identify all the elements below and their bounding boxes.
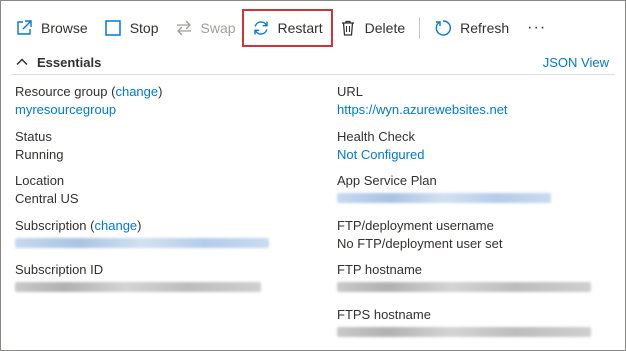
health-check-label: Health Check	[337, 128, 416, 144]
essentials-panel: Browse Stop Swap Restart Delete Refresh …	[0, 0, 626, 351]
subscription-label-row: Subscription (change)	[15, 217, 315, 234]
resource-group-label: Resource group	[15, 84, 108, 99]
health-check-value[interactable]: Not Configured	[337, 145, 617, 164]
browse-label: Browse	[41, 20, 88, 36]
delete-button[interactable]: Delete	[331, 12, 413, 44]
chevron-up-icon	[15, 55, 29, 69]
ftp-username-field: FTP/deployment username No FTP/deploymen…	[337, 217, 617, 262]
swap-button[interactable]: Swap	[167, 12, 244, 44]
subscription-id-redacted	[15, 282, 261, 292]
restart-button[interactable]: Restart	[241, 9, 333, 47]
url-value[interactable]: https://wyn.azurewebsites.net	[337, 100, 617, 119]
essentials-left-column: Resource group (change) myresourcegroup …	[15, 83, 315, 306]
essentials-title: Essentials	[37, 54, 102, 70]
app-service-plan-label: App Service Plan	[337, 173, 437, 188]
ftp-username-value: No FTP/deployment user set	[337, 235, 503, 251]
essentials-divider	[11, 74, 615, 75]
command-bar: Browse Stop Swap Restart Delete Refresh …	[7, 9, 619, 47]
restart-label: Restart	[277, 20, 323, 36]
resource-group-field: Resource group (change) myresourcegroup	[15, 83, 315, 128]
ftp-hostname-field: FTP hostname	[337, 261, 617, 306]
ftp-hostname-label: FTP hostname	[337, 262, 423, 277]
stop-button[interactable]: Stop	[96, 12, 167, 44]
resource-group-label-row: Resource group (change)	[15, 83, 315, 100]
essentials-right-column: URL https://wyn.azurewebsites.net Health…	[337, 83, 617, 350]
subscription-id-field: Subscription ID	[15, 261, 315, 306]
app-service-plan-redacted[interactable]	[337, 193, 551, 203]
resource-group-change-link[interactable]: change	[115, 84, 158, 99]
resource-group-value[interactable]: myresourcegroup	[15, 100, 315, 119]
essentials-header: Essentials JSON View	[15, 52, 609, 72]
subscription-label: Subscription	[15, 217, 87, 233]
essentials-toggle[interactable]: Essentials	[15, 55, 101, 70]
restart-icon	[252, 19, 270, 37]
swap-label: Swap	[200, 20, 236, 36]
swap-icon	[175, 19, 193, 37]
subscription-id-label: Subscription ID	[15, 262, 104, 277]
toolbar-divider	[419, 17, 421, 39]
location-field: Location Central US	[15, 172, 315, 217]
app-service-plan-field: App Service Plan	[337, 172, 617, 217]
delete-label: Delete	[364, 20, 406, 36]
ftps-hostname-redacted	[337, 326, 591, 337]
status-value: Running	[15, 146, 64, 162]
url-field: URL https://wyn.azurewebsites.net	[337, 83, 617, 128]
ftps-hostname-field: FTPS hostname	[337, 306, 617, 351]
more-options-button[interactable]: ···	[517, 19, 556, 37]
status-field: Status Running	[15, 128, 315, 173]
refresh-icon	[434, 19, 452, 37]
refresh-button[interactable]: Refresh	[426, 12, 517, 44]
stop-label: Stop	[129, 20, 159, 36]
browse-button[interactable]: Browse	[7, 12, 96, 44]
ftp-username-label: FTP/deployment username	[337, 217, 494, 233]
location-label: Location	[15, 173, 65, 188]
open-external-icon	[15, 19, 33, 37]
url-label: URL	[337, 84, 364, 99]
health-check-field: Health Check Not Configured	[337, 128, 617, 173]
stop-icon	[104, 19, 122, 37]
ftps-hostname-label: FTPS hostname	[337, 306, 431, 322]
subscription-change-paren-close: )	[137, 217, 142, 233]
subscription-change-link[interactable]: change	[95, 218, 138, 233]
json-view-link[interactable]: JSON View	[543, 55, 609, 70]
subscription-value-redacted[interactable]	[15, 237, 269, 248]
location-value: Central US	[15, 191, 79, 206]
subscription-field: Subscription (change)	[15, 217, 315, 262]
trash-icon	[339, 19, 357, 37]
resource-group-change-paren-close: )	[158, 84, 163, 99]
ftp-hostname-redacted	[337, 282, 591, 292]
refresh-label: Refresh	[460, 20, 510, 36]
status-label: Status	[15, 128, 52, 144]
